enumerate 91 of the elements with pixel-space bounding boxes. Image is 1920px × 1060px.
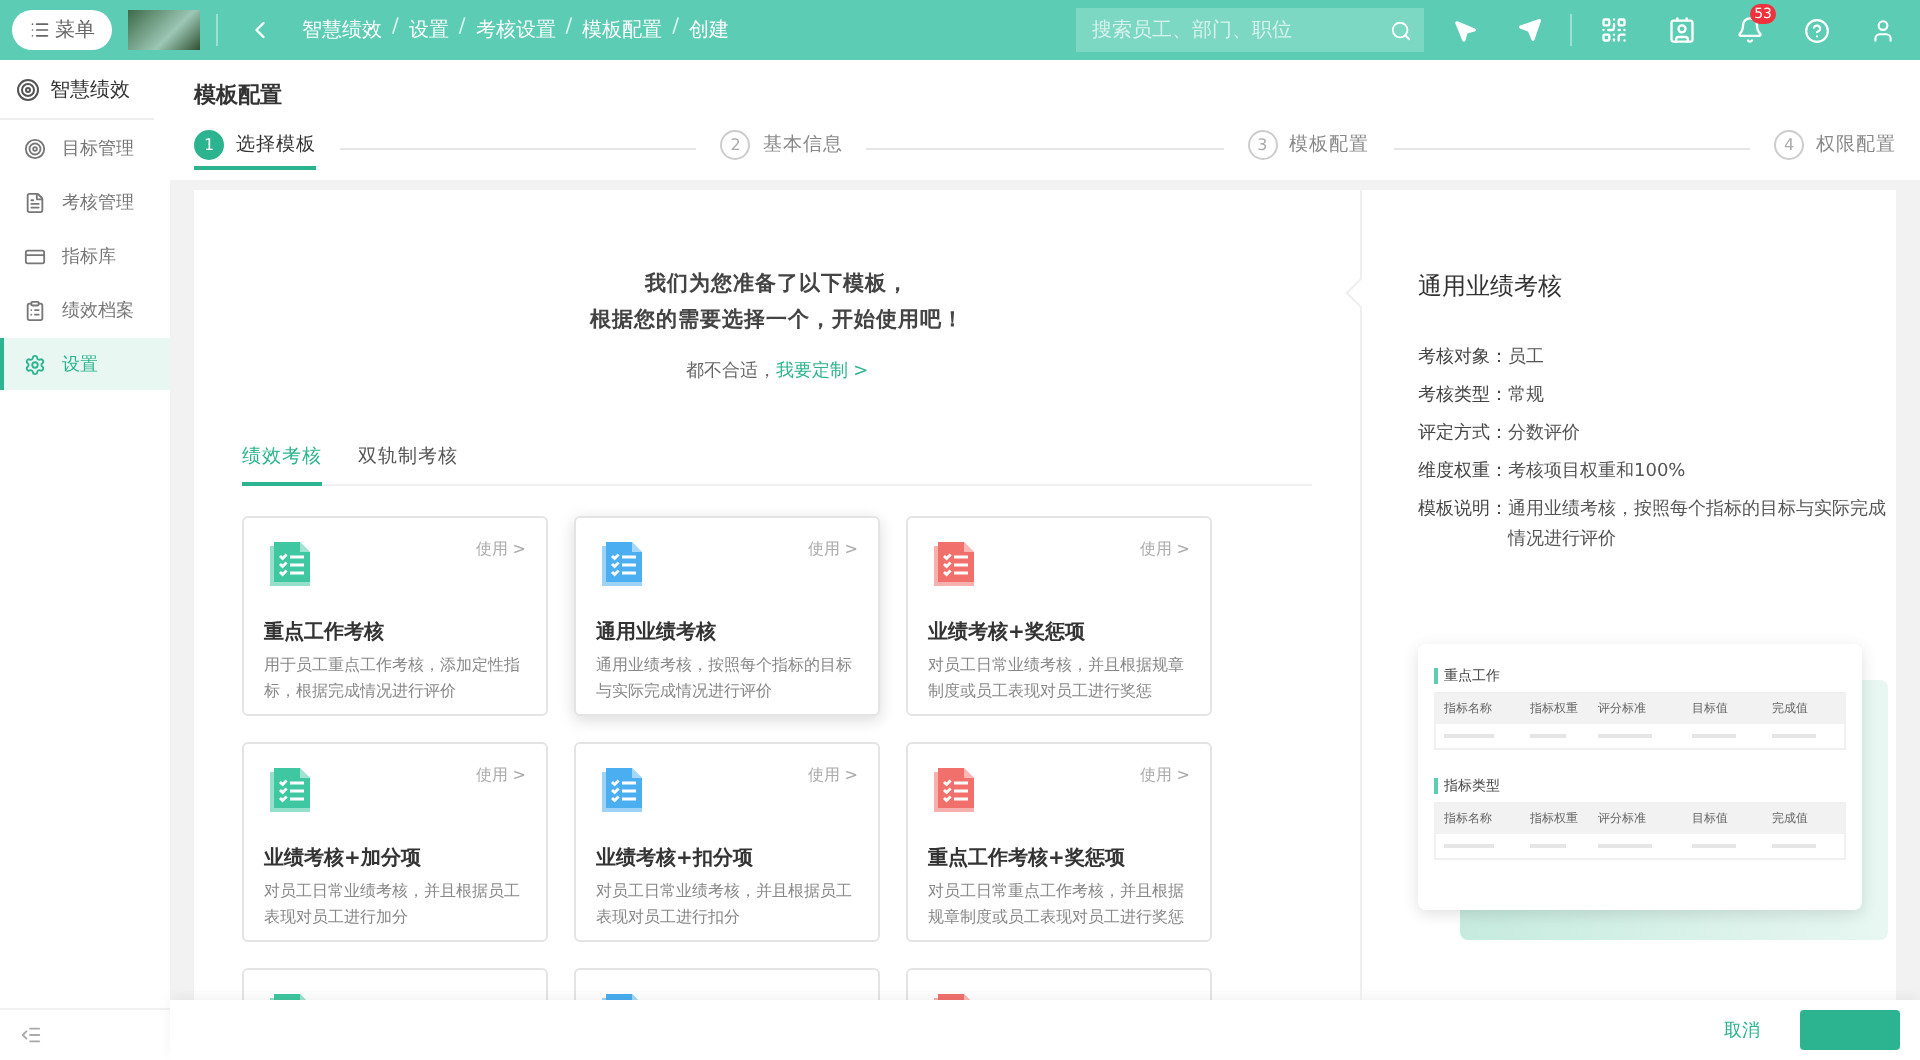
breadcrumb-link[interactable]: 设置 (408, 16, 449, 44)
detail-label: 维度权重： (1418, 459, 1508, 486)
template-card[interactable]: 使用 > 业绩考核+加分项 对员工日常业绩考核，并且根据员工表现对员工进行加分 (242, 742, 548, 942)
target-icon (24, 137, 46, 159)
step-number: 4 (1773, 129, 1804, 159)
detail-label: 考核类型： (1418, 383, 1508, 410)
sidebar-item[interactable]: 指标库 (0, 230, 170, 282)
checklist-document-icon (264, 764, 316, 816)
template-card[interactable]: 使用 > 重点工作考核+奖惩项 对员工日常重点工作考核，并且根据规章制度或员工表现对员工进行奖惩 (906, 742, 1212, 942)
use-link[interactable]: 使用 > (807, 538, 858, 560)
sidebar-item[interactable]: 绩效档案 (0, 284, 170, 336)
card-title: 通用业绩考核 (596, 619, 718, 646)
detail-value: 考核项目权重和100% (1508, 459, 1686, 486)
checklist-document-icon (928, 538, 980, 590)
detail-value: 通用业绩考核，按照每个指标的目标与实际完成情况进行评价 (1508, 497, 1888, 554)
custom-template-link[interactable]: 我要定制 > (775, 358, 869, 384)
card-title: 重点工作考核+奖惩项 (928, 845, 1127, 872)
template-card[interactable]: 使用 > 通用业绩考核 通用业绩考核，按照每个指标的目标与实际完成情况进行评价 (574, 516, 880, 716)
step-number: 2 (720, 129, 751, 159)
detail-label: 评定方式： (1418, 421, 1508, 448)
document-icon (24, 191, 46, 213)
menu-button[interactable]: 菜单 (12, 10, 112, 50)
qr-code-icon[interactable] (1600, 16, 1628, 44)
sidebar-item[interactable]: 目标管理 (0, 122, 170, 174)
category-tab[interactable]: 双轨制考核 (358, 436, 458, 486)
use-link[interactable]: 使用 > (475, 764, 526, 786)
user-icon[interactable] (1870, 17, 1896, 43)
card-description: 对员工日常业绩考核，并且根据规章制度或员工表现对员工进行奖惩 (928, 654, 1186, 704)
detail-label: 模板说明： (1418, 497, 1508, 524)
card-description: 对员工日常业绩考核，并且根据员工表现对员工进行扣分 (596, 880, 854, 930)
detail-title: 通用业绩考核 (1418, 270, 1564, 304)
settings-icon (24, 353, 46, 375)
breadcrumb-separator: / (392, 16, 399, 42)
use-link[interactable]: 使用 > (475, 538, 526, 560)
card-title: 重点工作考核 (264, 619, 386, 646)
use-link[interactable]: 使用 > (1139, 764, 1190, 786)
card-icon (24, 245, 46, 267)
search-field[interactable]: 搜索员工、部门、职位 (1088, 17, 1368, 43)
step-tab[interactable]: 1 选择模板 (194, 126, 316, 170)
card-description: 对员工日常业绩考核，并且根据员工表现对员工进行加分 (264, 880, 522, 930)
template-card[interactable]: 使用 > 业绩考核+扣分项 对员工日常业绩考核，并且根据员工表现对员工进行扣分 (574, 742, 880, 942)
card-description: 对员工日常重点工作考核，并且根据规章制度或员工表现对员工进行奖惩 (928, 880, 1186, 930)
detail-value: 分数评价 (1508, 421, 1580, 448)
step-tab[interactable]: 4 权限配置 (1773, 126, 1896, 170)
step-tab[interactable]: 2 基本信息 (720, 126, 843, 170)
paper-plane-icon[interactable] (1518, 18, 1542, 42)
detail-value: 员工 (1508, 345, 1544, 372)
primary-button[interactable] (1800, 1010, 1900, 1050)
use-link[interactable]: 使用 > (1139, 538, 1190, 560)
checklist-document-icon (928, 764, 980, 816)
collapse-icon[interactable] (20, 1024, 42, 1046)
checklist-document-icon (264, 538, 316, 590)
template-card[interactable]: 使用 > 业绩考核+奖惩项 对员工日常业绩考核，并且根据规章制度或员工表现对员工进行奖惩 (906, 516, 1212, 716)
intro-text: 我们为您准备了以下模板， 根据您的需要选择一个，开始使用吧！ (590, 270, 964, 336)
target-icon (16, 77, 40, 101)
step-number: 3 (1247, 129, 1278, 159)
clipboard-icon (24, 299, 46, 321)
category-tab[interactable]: 绩效考核 (242, 436, 322, 486)
breadcrumb-link[interactable]: 模板配置 (582, 16, 663, 44)
card-description: 用于员工重点工作考核，添加定性指标，根据完成情况进行评价 (264, 654, 522, 704)
notification-icon[interactable] (1736, 16, 1764, 44)
checklist-document-icon (596, 764, 648, 816)
card-description: 通用业绩考核，按照每个指标的目标与实际完成情况进行评价 (596, 654, 854, 704)
breadcrumb-separator: / (565, 16, 573, 42)
card-title: 业绩考核+扣分项 (596, 845, 755, 872)
sidebar-item[interactable]: 考核管理 (0, 176, 170, 228)
card-title: 业绩考核+加分项 (264, 845, 423, 872)
detail-label: 考核对象： (1418, 345, 1508, 372)
page-title: 模板配置 (194, 80, 284, 110)
landscape-thumbnail (128, 10, 200, 50)
card-title: 业绩考核+奖惩项 (928, 619, 1087, 646)
search-box[interactable]: 搜索员工、部门、职位 (1076, 8, 1424, 52)
breadcrumb-link[interactable]: 考核设置 (475, 16, 556, 44)
breadcrumb-link[interactable]: 创建 (689, 16, 729, 44)
detail-value: 常规 (1508, 383, 1544, 410)
breadcrumb-separator: / (672, 16, 679, 42)
help-icon[interactable] (1804, 17, 1830, 43)
use-link[interactable]: 使用 > (807, 764, 858, 786)
contacts-icon[interactable] (1668, 16, 1696, 44)
template-card[interactable]: 使用 > 重点工作考核 用于员工重点工作考核，添加定性指标，根据完成情况进行评价 (242, 516, 548, 716)
breadcrumb-link[interactable]: 智慧绩效 (302, 16, 382, 44)
checklist-document-icon (596, 538, 648, 590)
search-icon (1390, 19, 1412, 41)
cancel-button[interactable]: 取消 (1712, 1015, 1772, 1045)
step-tab[interactable]: 3 模板配置 (1247, 126, 1370, 170)
sidebar-title: 智慧绩效 (50, 77, 130, 103)
step-number: 1 (194, 129, 224, 159)
breadcrumb-separator: / (458, 16, 466, 42)
sidebar-item[interactable]: 设置 (0, 338, 170, 390)
hint-text: 都不合适， (685, 359, 776, 384)
cursor-icon[interactable] (1452, 17, 1478, 43)
